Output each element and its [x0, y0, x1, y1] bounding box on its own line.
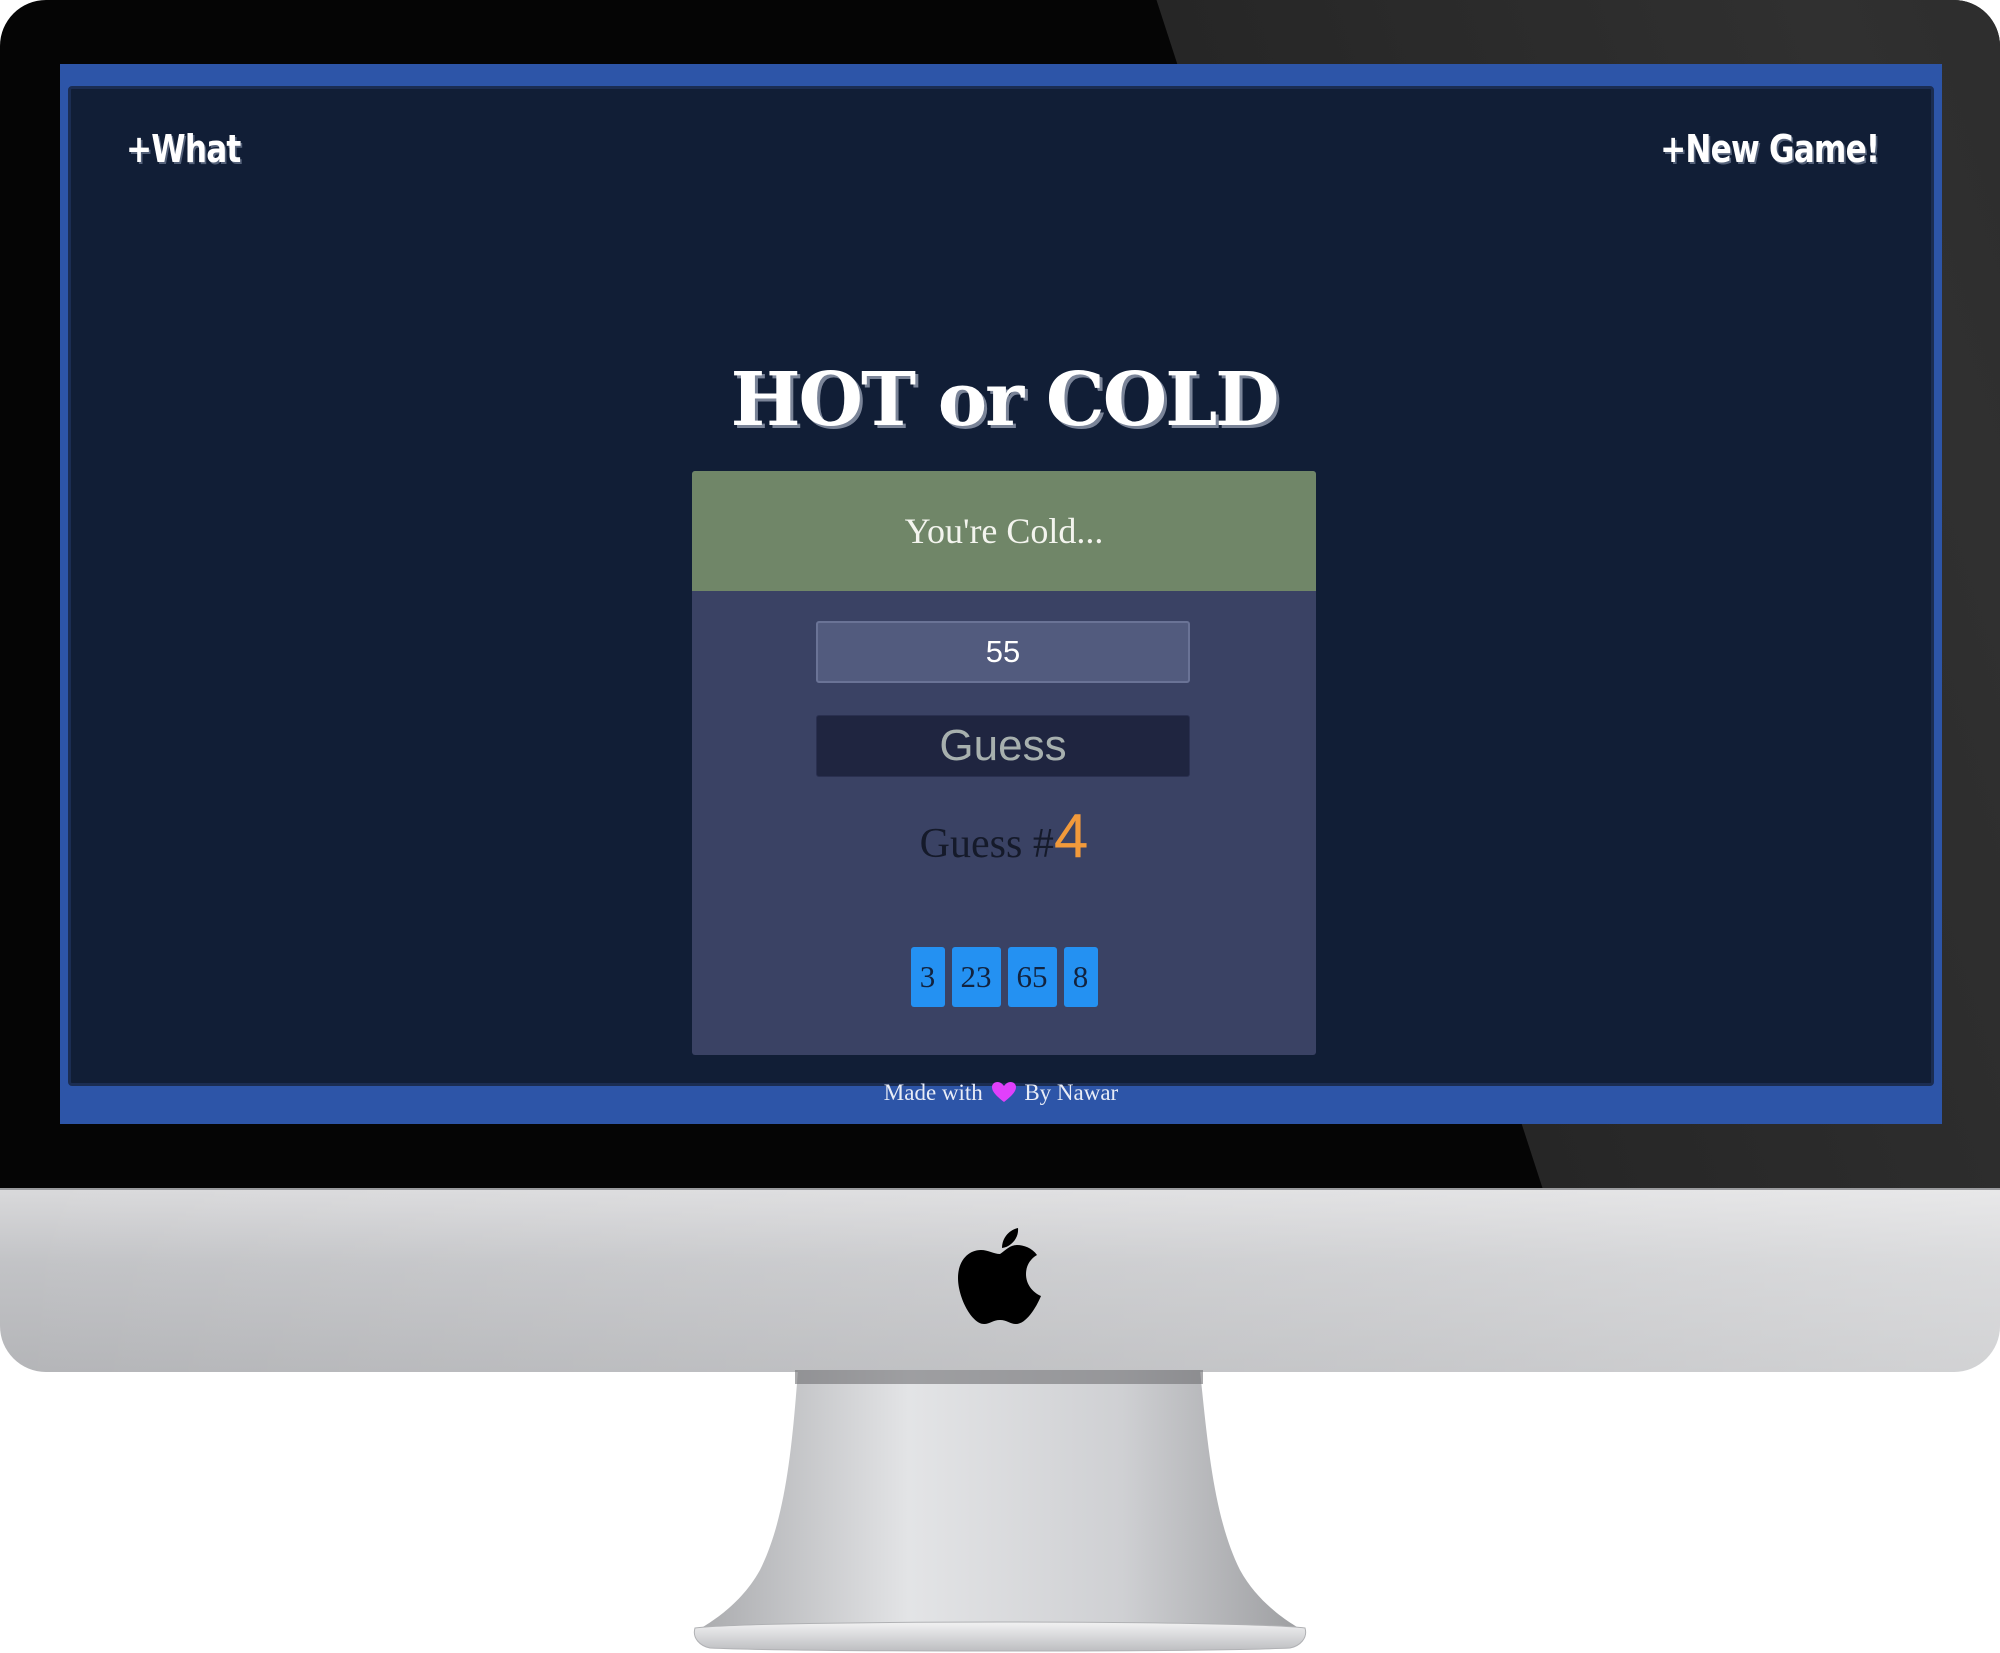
footer: Made with By Nawar: [60, 1080, 1942, 1106]
page-title: HOT or COLD: [730, 357, 1280, 443]
guess-count-number: 4: [1053, 802, 1089, 871]
heart-icon: [991, 1082, 1016, 1102]
history-item: 23: [951, 947, 1001, 1007]
new-game-link[interactable]: +New Game!: [1660, 127, 1880, 171]
feedback-banner: You're Cold...: [692, 471, 1316, 591]
screen: +What +New Game! HOT or COLD You're Cold…: [60, 64, 1942, 1124]
apple-logo-icon: [958, 1228, 1041, 1324]
monitor-bezel: +What +New Game! HOT or COLD You're Cold…: [0, 0, 2000, 1190]
footer-author: By Nawar: [1024, 1080, 1119, 1105]
footer-made-with: Made with: [883, 1080, 983, 1105]
history-item: 3: [910, 947, 945, 1007]
history-item: 8: [1063, 947, 1098, 1007]
game-card: You're Cold... Guess Guess #4 3 23 65 8: [692, 471, 1316, 1055]
monitor-stand: [693, 1370, 1307, 1652]
guess-history: 3 23 65 8: [692, 947, 1316, 1007]
app-window: +What +New Game! HOT or COLD You're Cold…: [68, 86, 1934, 1086]
guess-input[interactable]: [816, 621, 1190, 683]
guess-count-label: Guess #: [919, 821, 1054, 867]
what-link[interactable]: +What: [126, 127, 241, 171]
history-item: 65: [1007, 947, 1057, 1007]
feedback-text: You're Cold...: [904, 511, 1104, 551]
guess-button[interactable]: Guess: [816, 715, 1190, 777]
guess-count: Guess #4: [692, 801, 1316, 872]
